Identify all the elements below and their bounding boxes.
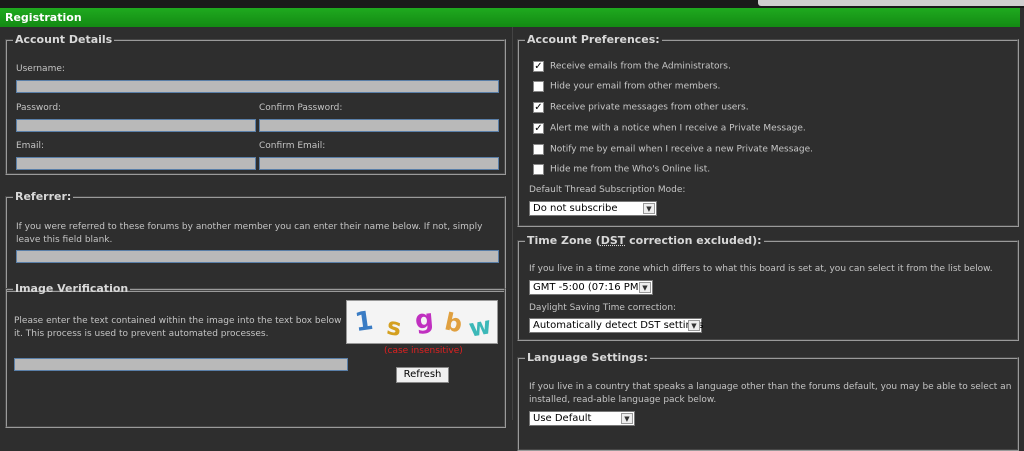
confirm-email-label: Confirm Email: bbox=[259, 141, 326, 151]
password-input[interactable] bbox=[16, 119, 256, 132]
account-preferences-fieldset: Account Preferences: ✓ Receive emails fro… bbox=[517, 33, 1019, 227]
language-settings-fieldset: Language Settings: If you live in a coun… bbox=[517, 351, 1019, 451]
language-value: Use Default bbox=[533, 413, 592, 424]
captcha-image: 1 s g b w bbox=[346, 300, 498, 344]
registration-header: Registration bbox=[0, 8, 1020, 27]
referrer-description: If you were referred to these forums by … bbox=[16, 222, 483, 245]
confirm-password-input[interactable] bbox=[259, 119, 499, 132]
time-zone-select[interactable]: GMT -5:00 (07:16 PM) ▼ bbox=[529, 280, 653, 295]
subscription-mode-select[interactable]: Do not subscribe ▼ bbox=[529, 201, 657, 216]
referrer-input[interactable] bbox=[16, 250, 499, 263]
captcha-char: b bbox=[442, 307, 465, 339]
image-verification-description: Please enter the text contained within t… bbox=[14, 316, 342, 339]
case-insensitive-note: (case insensitive) bbox=[384, 346, 463, 356]
checkbox-checked[interactable]: ✓ bbox=[533, 102, 544, 113]
image-verification-legend: Image Verification bbox=[15, 282, 129, 295]
confirm-email-input[interactable] bbox=[259, 157, 499, 170]
time-zone-fieldset: Time Zone (DST correction excluded): If … bbox=[517, 234, 1019, 341]
captcha-char: g bbox=[413, 304, 435, 336]
preference-option-label: Notify me by email when I receive a new … bbox=[550, 144, 814, 155]
language-settings-legend: Language Settings: bbox=[527, 351, 648, 364]
dst-correction-select[interactable]: Automatically detect DST settings ▼ bbox=[529, 318, 704, 333]
email-label: Email: bbox=[16, 141, 45, 151]
preference-option-label: Hide me from the Who's Online list. bbox=[550, 164, 711, 175]
time-zone-description: If you live in a time zone which differs… bbox=[529, 264, 993, 274]
captcha-char: 1 bbox=[353, 305, 376, 339]
confirm-password-label: Confirm Password: bbox=[259, 103, 343, 113]
chevron-down-icon: ▼ bbox=[643, 203, 655, 214]
checkbox-unchecked[interactable] bbox=[533, 164, 544, 175]
referrer-fieldset: Referrer: If you were referred to these … bbox=[5, 190, 506, 292]
preference-option-label: Receive private messages from other user… bbox=[550, 102, 749, 113]
preference-option[interactable]: ✓ Receive emails from the Administrators. bbox=[533, 61, 731, 72]
checkbox-checked[interactable]: ✓ bbox=[533, 61, 544, 72]
username-label: Username: bbox=[16, 64, 65, 74]
preference-option-label: Alert me with a notice when I receive a … bbox=[550, 123, 806, 134]
referrer-legend: Referrer: bbox=[15, 190, 72, 203]
preference-option[interactable]: Notify me by email when I receive a new … bbox=[533, 144, 813, 155]
chevron-down-icon: ▼ bbox=[621, 413, 633, 424]
preference-option[interactable]: ✓ Receive private messages from other use… bbox=[533, 102, 749, 113]
preference-option[interactable]: ✓ Alert me with a notice when I receive a… bbox=[533, 123, 806, 134]
preference-option-label: Receive emails from the Administrators. bbox=[550, 61, 731, 72]
subscription-mode-label: Default Thread Subscription Mode: bbox=[529, 185, 686, 195]
page-title: Registration bbox=[5, 11, 82, 24]
language-select[interactable]: Use Default ▼ bbox=[529, 411, 635, 426]
right-column: Account Preferences: ✓ Receive emails fro… bbox=[512, 27, 1024, 451]
time-zone-value: GMT -5:00 (07:16 PM) bbox=[533, 282, 643, 293]
dst-correction-label: Daylight Saving Time correction: bbox=[529, 303, 677, 313]
account-details-fieldset: Account Details Username: Password: Conf… bbox=[5, 33, 506, 175]
dst-abbreviation: DST bbox=[600, 234, 626, 247]
captcha-char: w bbox=[466, 311, 494, 343]
chevron-down-icon: ▼ bbox=[639, 282, 651, 293]
top-strip bbox=[0, 0, 1024, 8]
username-input[interactable] bbox=[16, 80, 499, 93]
verification-code-input[interactable] bbox=[14, 358, 348, 371]
checkbox-unchecked[interactable] bbox=[533, 81, 544, 92]
image-verification-fieldset: Image Verification Please enter the text… bbox=[5, 282, 506, 428]
checkbox-unchecked[interactable] bbox=[533, 144, 544, 155]
language-description: If you live in a country that speaks a l… bbox=[529, 382, 1012, 405]
password-label: Password: bbox=[16, 103, 62, 113]
left-column: Account Details Username: Password: Conf… bbox=[0, 27, 512, 428]
email-input[interactable] bbox=[16, 157, 256, 170]
subscription-mode-value: Do not subscribe bbox=[533, 203, 618, 214]
preference-option-label: Hide your email from other members. bbox=[550, 81, 721, 92]
preference-option[interactable]: Hide me from the Who's Online list. bbox=[533, 164, 710, 175]
time-zone-legend: Time Zone (DST correction excluded): bbox=[527, 234, 762, 247]
account-details-legend: Account Details bbox=[15, 33, 113, 46]
dst-correction-value: Automatically detect DST settings bbox=[533, 320, 704, 331]
checkbox-checked[interactable]: ✓ bbox=[533, 123, 544, 134]
captcha-char: s bbox=[384, 311, 404, 343]
refresh-button[interactable]: Refresh bbox=[396, 367, 449, 383]
preference-option[interactable]: Hide your email from other members. bbox=[533, 81, 720, 92]
chevron-down-icon: ▼ bbox=[688, 320, 700, 331]
top-scroll-element bbox=[758, 0, 1024, 6]
account-preferences-legend: Account Preferences: bbox=[527, 33, 660, 46]
